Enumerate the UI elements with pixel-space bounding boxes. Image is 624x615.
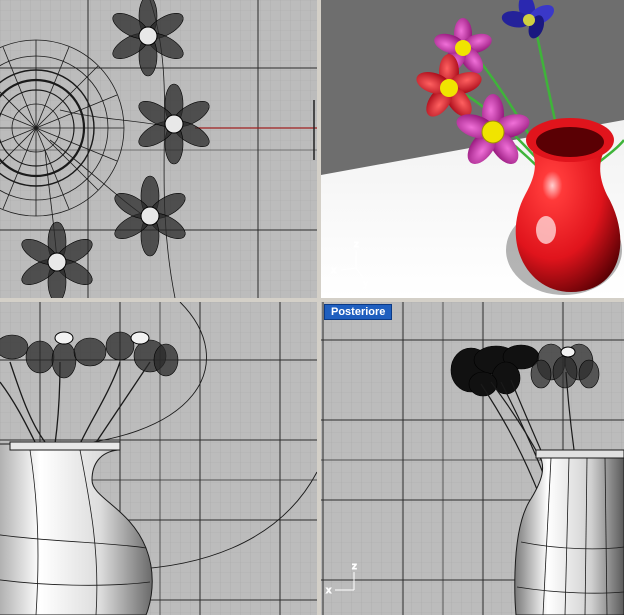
viewport-perspective[interactable]: z x y [321,0,624,298]
axis-y-label: y [363,279,369,289]
viewport-splitter-horizontal[interactable] [0,298,624,302]
axis-x-label: x [331,266,337,276]
viewport-front[interactable] [0,302,317,615]
axis-z-label-back: z [352,562,357,572]
axis-z-label: z [354,240,359,250]
back-view-canvas[interactable]: z x [321,302,624,615]
top-view-canvas[interactable] [0,0,317,298]
viewport-back-label[interactable]: Posteriore [324,304,393,320]
viewport-back[interactable]: z x Posteriore [321,302,624,615]
rhino-4-viewport-layout: z x y z x Posteriore [0,0,624,615]
front-view-canvas[interactable] [0,302,317,615]
perspective-view-canvas[interactable]: z x y [321,0,624,298]
axis-x-label-back: x [326,586,332,596]
viewport-top[interactable] [0,0,317,298]
viewport-splitter-vertical[interactable] [317,0,321,615]
